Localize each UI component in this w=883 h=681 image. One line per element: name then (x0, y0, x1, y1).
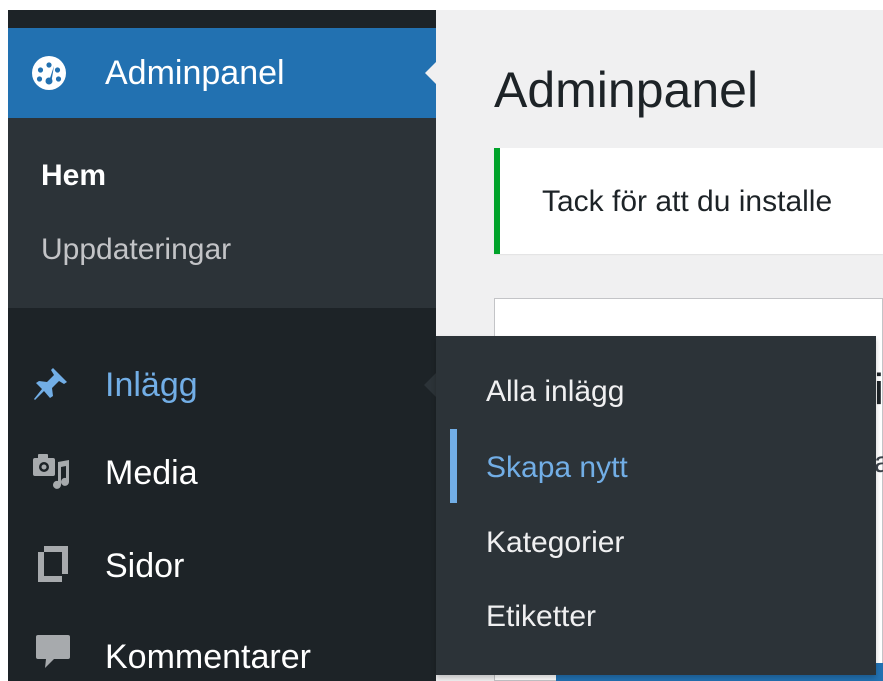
current-menu-arrow (425, 61, 437, 85)
submenu-item-updates[interactable]: Uppdateringar (41, 232, 231, 268)
submenu-item-home[interactable]: Hem (41, 158, 106, 194)
sidebar-item-dashboard[interactable]: Adminpanel (8, 28, 437, 118)
admin-bar (8, 10, 436, 28)
sidebar-item-label: Kommentarer (105, 638, 311, 676)
flyout-item-add-new[interactable]: Skapa nytt (486, 450, 628, 486)
dashboard-submenu: Hem Uppdateringar (8, 118, 436, 308)
dashboard-icon (32, 56, 66, 90)
sidebar-item-label: Sidor (105, 547, 185, 585)
admin-sidebar: Adminpanel Hem Uppdateringar Inlägg Medi… (8, 28, 437, 681)
posts-flyout-submenu: Alla inlägg Skapa nytt Kategorier Etiket… (436, 336, 876, 675)
page-title: Adminpanel (494, 62, 759, 118)
pages-icon (38, 546, 68, 582)
current-item-indicator (450, 429, 457, 503)
flyout-item-all-posts[interactable]: Alla inlägg (486, 374, 624, 410)
flyout-item-tags[interactable]: Etiketter (486, 599, 596, 635)
sidebar-item-label: Adminpanel (105, 54, 285, 92)
left-edge (0, 0, 8, 681)
pin-icon (34, 368, 67, 400)
wp-admin-page: Adminpanel Tack för att du installe i a … (0, 0, 883, 681)
top-strip (0, 0, 883, 10)
flyout-arrow (424, 373, 436, 397)
media-icon (33, 454, 69, 489)
comments-icon (36, 635, 70, 668)
flyout-item-categories[interactable]: Kategorier (486, 525, 624, 561)
sidebar-item-label: Media (105, 454, 198, 492)
notice-text: Tack för att du installe (542, 185, 833, 218)
success-notice: Tack för att du installe (494, 148, 883, 254)
sidebar-item-label: Inlägg (105, 366, 198, 404)
